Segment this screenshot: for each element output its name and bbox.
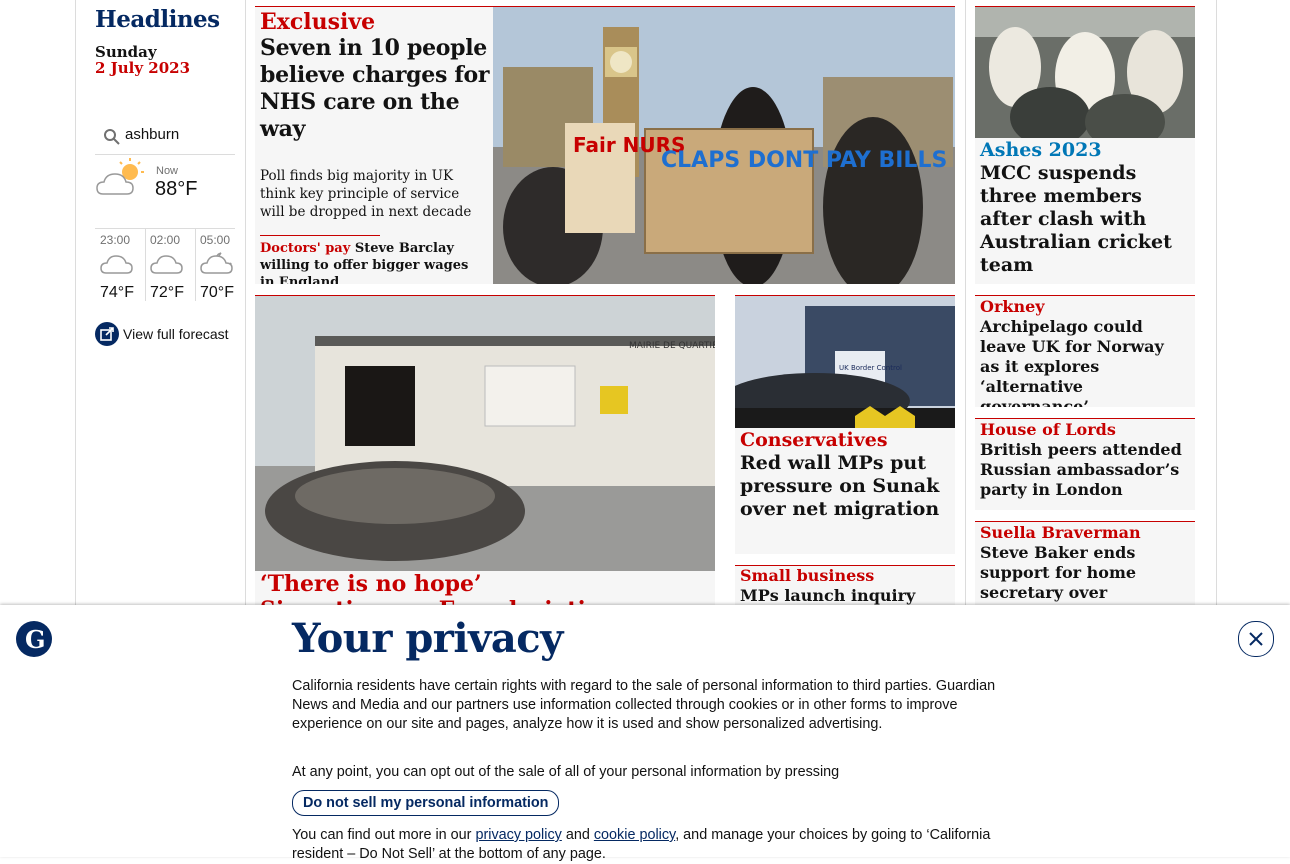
now-label: Now [156,165,179,177]
related-kicker: Doctors' pay [260,241,351,256]
france-kicker: ‘There is no hope’ [260,571,482,597]
border-photo: UK Border Control [735,296,955,428]
privacy-paragraph: You can find out more in our privacy pol… [292,826,997,864]
external-link-icon [95,322,119,346]
privacy-banner: G Your privacy California residents have… [0,605,1290,862]
privacy-text: You can find out more in our [292,827,472,843]
partly-cloudy-icon [96,158,144,195]
lords-card[interactable]: House of Lords British peers attended Ru… [975,418,1195,510]
orkney-card[interactable]: Orkney Archipelago could leave UK for No… [975,295,1195,407]
main-kicker: Exclusive [260,9,376,35]
lords-kicker: House of Lords [980,420,1116,439]
cloud-icon [100,255,133,274]
conservatives-kicker: Conservatives [740,429,888,451]
divider [260,235,380,236]
ashes-card[interactable]: Ashes 2023 MCC suspends three members af… [975,6,1195,284]
conservatives-headline[interactable]: Red wall MPs put pressure on Sunak over … [740,452,945,521]
privacy-paragraph: At any point, you can opt out of the sal… [292,764,840,780]
photo-sign-text: MAIRIE DE QUARTIER [629,341,715,351]
main-photo: Fair NURS CLAPS DONT PAY BILLS [493,7,955,284]
ashes-headline[interactable]: MCC suspends three members after clash w… [980,162,1192,277]
conservatives-card[interactable]: UK Border Control Conservatives Red wall… [735,295,955,554]
forecast-time: 02:00 [150,233,181,247]
svg-text:G: G [25,625,46,654]
location-value[interactable]: ashburn [125,126,179,143]
date-full: 2 July 2023 [95,59,191,77]
forecast-item: 05:00 70°F [195,229,243,301]
forecast-row: 23:00 74°F 02:00 72°F 05:00 70°F [95,228,235,301]
close-icon [1249,632,1263,646]
search-icon [104,129,120,145]
do-not-sell-button[interactable]: Do not sell my personal information [292,790,560,816]
main-story-card[interactable]: Exclusive Seven in 10 people believe cha… [255,6,955,284]
cloud-icon [150,255,183,274]
ashes-kicker: Ashes 2023 [980,139,1102,161]
orkney-headline[interactable]: Archipelago could leave UK for Norway as… [980,317,1185,407]
photo-sign-text: UK Border Control [839,364,902,372]
forecast-item: 23:00 74°F [95,229,143,301]
main-standfirst: Poll finds big majority in UK think key … [260,168,472,220]
privacy-paragraph: California residents have certain rights… [292,678,996,732]
photo-sign-text: CLAPS DONT PAY BILLS [661,148,947,173]
small-business-kicker: Small business [740,566,875,585]
forecast-time: 23:00 [100,233,131,247]
guardian-logo-icon: G [16,621,52,657]
forecast-time: 05:00 [200,233,231,247]
cricket-photo [975,7,1195,138]
cookie-policy-link[interactable]: cookie policy [594,827,675,843]
braverman-kicker: Suella Braverman [980,523,1141,542]
related-link[interactable]: Doctors' pay Steve Barclay willing to of… [260,240,485,284]
view-full-forecast-label[interactable]: View full forecast [123,326,229,342]
france-story-card[interactable]: MAIRIE DE QUARTIER ‘There is no hope’ Si… [255,295,715,616]
forecast-temp: 72°F [150,284,184,301]
forecast-item: 02:00 72°F [145,229,193,301]
cloud-moon-icon [200,252,233,274]
weather-location-search[interactable]: ashburn [95,122,235,155]
section-title: Headlines [95,6,220,33]
close-button[interactable] [1238,621,1274,657]
privacy-title: Your privacy [292,615,563,662]
main-headline[interactable]: Seven in 10 people believe charges for N… [260,35,490,143]
forecast-temp: 74°F [100,284,134,301]
lords-headline[interactable]: British peers attended Russian ambassado… [980,440,1185,500]
france-photo: MAIRIE DE QUARTIER [255,296,715,571]
forecast-temp: 70°F [200,284,234,301]
now-temperature: 88°F [155,178,198,200]
privacy-text: and [565,827,590,843]
privacy-policy-link[interactable]: privacy policy [475,827,561,843]
orkney-kicker: Orkney [980,297,1045,316]
